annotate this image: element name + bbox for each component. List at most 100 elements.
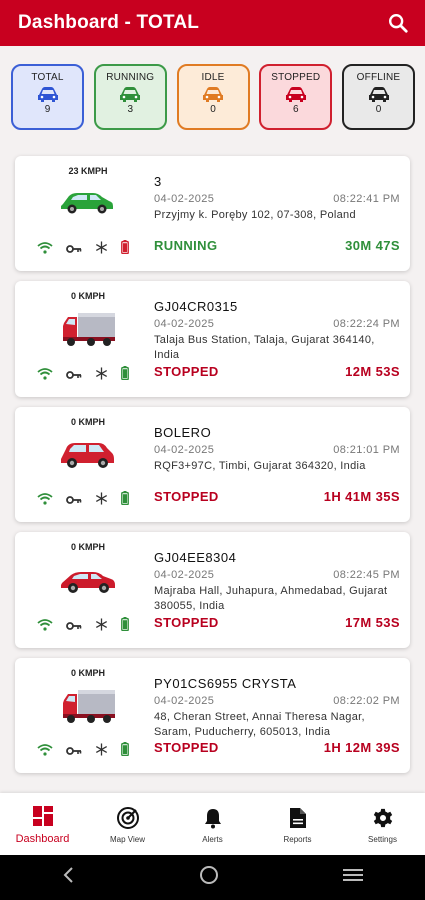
vehicle-time: 08:22:45 PM [333, 569, 400, 581]
car-icon [37, 87, 58, 102]
search-icon[interactable] [385, 10, 411, 36]
vehicle-address: Majraba Hall, Juhapura, Ahmedabad, Gujar… [154, 585, 388, 612]
status-filter-bar: TOTAL 9 RUNNING 3 IDLE 0 STOPPED 6 OFFLI… [11, 64, 415, 130]
document-icon [289, 805, 307, 831]
vehicle-card[interactable]: 23 KMPH 3 04-02-2025 08:22:41 PM Przyjmy… [15, 156, 410, 271]
vehicle-address: Talaja Bus Station, Talaja, Gujarat 3641… [154, 334, 375, 361]
nav-map-view[interactable]: Map View [85, 793, 170, 855]
key-icon [66, 492, 82, 510]
wifi-icon [37, 492, 53, 510]
vehicle-time: 08:21:01 PM [333, 444, 400, 456]
bell-icon [203, 805, 223, 831]
vehicle-address: Przyjmy k. Poręby 102, 07-308, Poland [154, 209, 356, 221]
status-label: STOPPED [154, 489, 219, 504]
vehicle-date: 04-02-2025 [154, 193, 215, 205]
nav-settings[interactable]: Settings [340, 793, 425, 855]
snowflake-icon [95, 491, 108, 510]
nav-alerts[interactable]: Alerts [170, 793, 255, 855]
car-icon [120, 87, 141, 102]
red-suv-icon [59, 437, 115, 476]
nav-reports[interactable]: Reports [255, 793, 340, 855]
nav-dashboard[interactable]: Dashboard [0, 793, 85, 855]
filter-label: IDLE [201, 72, 225, 83]
status-label: STOPPED [154, 740, 219, 755]
car-icon [203, 87, 223, 102]
speed-label: 23 KMPH [68, 166, 108, 176]
filter-count: 6 [292, 104, 299, 115]
wifi-icon [37, 241, 53, 259]
bottom-navigation: Dashboard Map View Alerts Reports Settin… [0, 793, 425, 855]
battery-icon [121, 240, 129, 259]
vehicle-date: 04-02-2025 [154, 318, 215, 330]
speed-label: 0 KMPH [70, 542, 105, 552]
status-duration: 12M 53S [345, 364, 400, 379]
filter-count: 9 [44, 104, 51, 115]
vehicle-name: 3 [154, 174, 162, 189]
key-icon [66, 241, 82, 259]
key-icon [66, 743, 82, 761]
home-icon[interactable] [198, 864, 220, 891]
battery-icon [121, 491, 129, 510]
status-duration: 1H 41M 35S [323, 489, 400, 504]
snowflake-icon [95, 742, 108, 761]
speed-label: 0 KMPH [70, 417, 105, 427]
nav-label: Settings [368, 834, 397, 844]
status-label: RUNNING [154, 238, 218, 253]
filter-offline[interactable]: OFFLINE 0 [342, 64, 415, 130]
nav-label: Alerts [202, 834, 223, 844]
car-icon [285, 87, 306, 102]
status-duration: 17M 53S [345, 615, 400, 630]
filter-idle[interactable]: IDLE 0 [176, 64, 250, 130]
dashboard-icon [32, 803, 54, 829]
snowflake-icon [95, 617, 108, 636]
vehicle-card[interactable]: 0 KMPH PY01CS6955 CRYSTA 04-02-2025 08:2… [15, 658, 410, 773]
filter-running[interactable]: RUNNING 3 [93, 64, 167, 130]
vehicle-name: PY01CS6955 CRYSTA [154, 676, 297, 691]
nav-label: Reports [283, 834, 312, 844]
vehicle-card[interactable]: 0 KMPH GJ04EE8304 04-02-2025 08:22:45 PM… [15, 532, 410, 648]
vehicle-name: GJ04EE8304 [154, 550, 237, 565]
battery-icon [121, 366, 129, 385]
filter-count: 3 [127, 104, 134, 115]
vehicle-date: 04-02-2025 [154, 444, 215, 456]
car-icon [368, 87, 389, 102]
speed-label: 0 KMPH [70, 668, 105, 678]
back-icon[interactable] [61, 866, 77, 889]
key-icon [66, 618, 82, 636]
speed-label: 0 KMPH [70, 291, 105, 301]
vehicle-date: 04-02-2025 [154, 695, 215, 707]
recents-icon[interactable] [342, 867, 364, 888]
filter-count: 0 [375, 104, 382, 115]
filter-label: RUNNING [106, 72, 155, 83]
key-icon [66, 367, 82, 385]
vehicle-card[interactable]: 0 KMPH GJ04CR0315 04-02-2025 08:22:24 PM… [15, 281, 410, 397]
status-label: STOPPED [154, 364, 219, 379]
snowflake-icon [95, 366, 108, 385]
wifi-icon [37, 743, 53, 761]
status-duration: 1H 12M 39S [323, 740, 400, 755]
red-truck-icon [61, 309, 117, 354]
vehicle-time: 08:22:02 PM [333, 695, 400, 707]
filter-total[interactable]: TOTAL 9 [11, 64, 84, 130]
status-label: STOPPED [154, 615, 219, 630]
map-view-icon [116, 805, 140, 831]
vehicle-date: 04-02-2025 [154, 569, 215, 581]
nav-label: Dashboard [15, 833, 70, 845]
vehicle-card[interactable]: 0 KMPH BOLERO 04-02-2025 08:21:01 PM RQF… [15, 407, 410, 522]
vehicle-name: GJ04CR0315 [154, 299, 238, 314]
filter-label: TOTAL [31, 72, 64, 83]
gear-icon [372, 805, 394, 831]
vehicle-time: 08:22:41 PM [333, 193, 400, 205]
red-sedan-icon [59, 564, 117, 601]
wifi-icon [37, 618, 53, 636]
filter-label: STOPPED [271, 72, 321, 83]
status-duration: 30M 47S [345, 238, 400, 253]
red-truck-icon [61, 686, 117, 731]
vehicle-time: 08:22:24 PM [333, 318, 400, 330]
nav-label: Map View [110, 834, 145, 844]
vehicle-list: 23 KMPH 3 04-02-2025 08:22:41 PM Przyjmy… [15, 156, 410, 783]
filter-stopped[interactable]: STOPPED 6 [259, 64, 333, 130]
page-title: Dashboard - TOTAL [18, 12, 200, 33]
filter-count: 0 [210, 104, 216, 115]
filter-label: OFFLINE [356, 72, 401, 83]
